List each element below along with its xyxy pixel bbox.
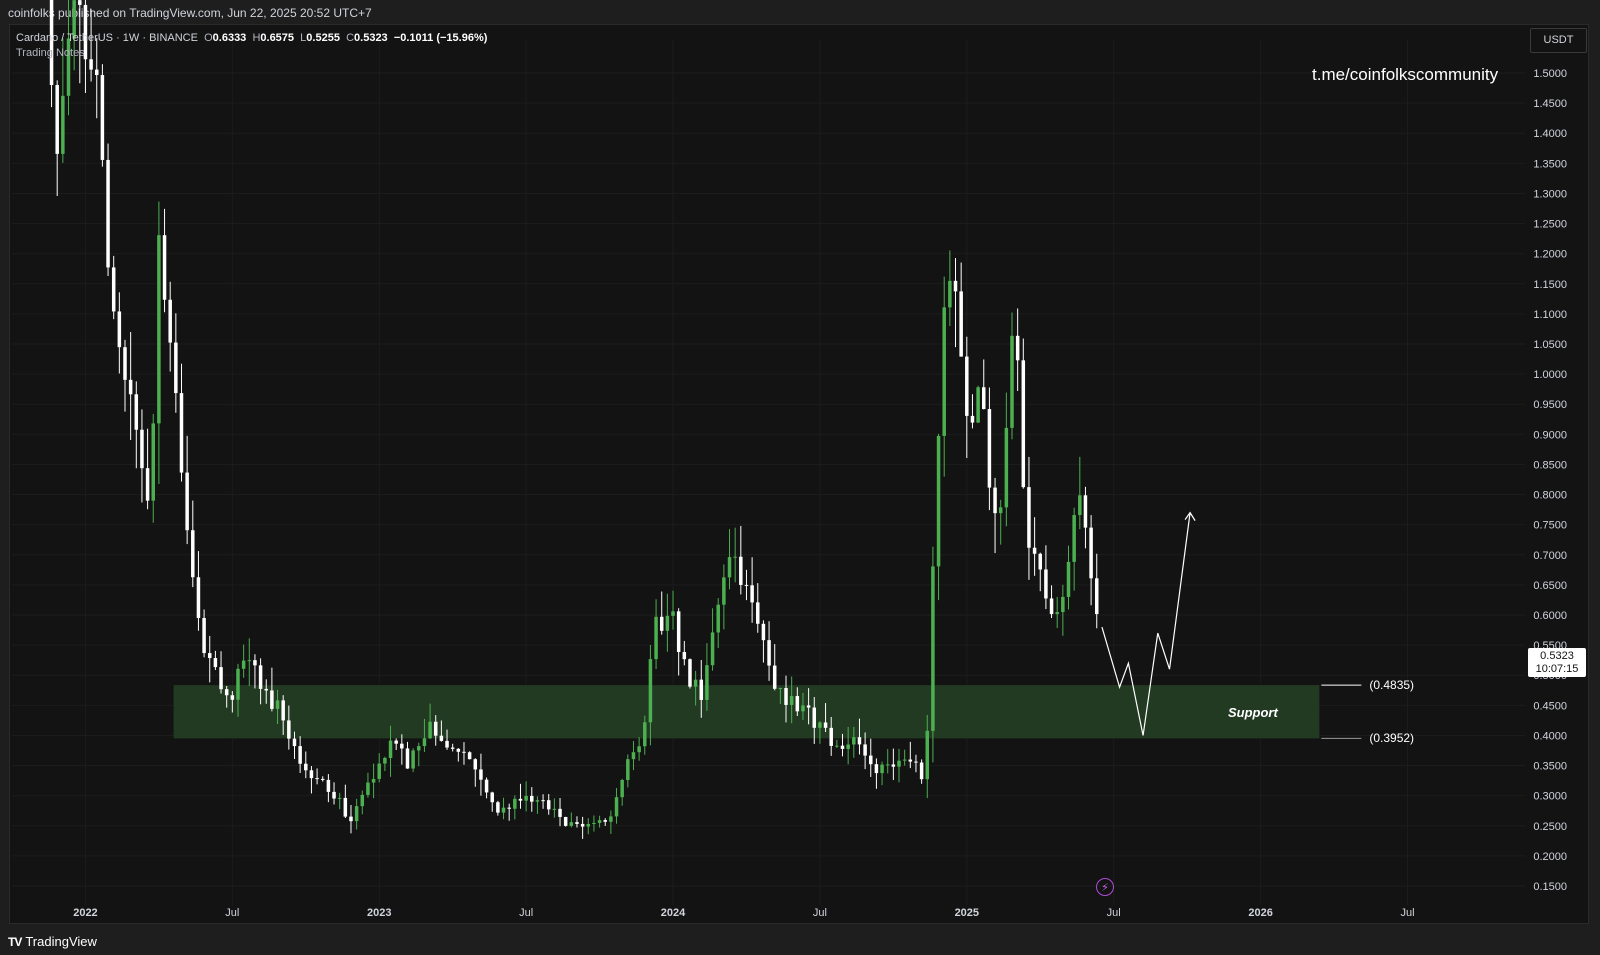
grid (12, 40, 1525, 905)
price-chart[interactable]: 1.50001.45001.40001.35001.30001.25001.20… (0, 0, 1600, 955)
support-zone (174, 685, 1320, 738)
